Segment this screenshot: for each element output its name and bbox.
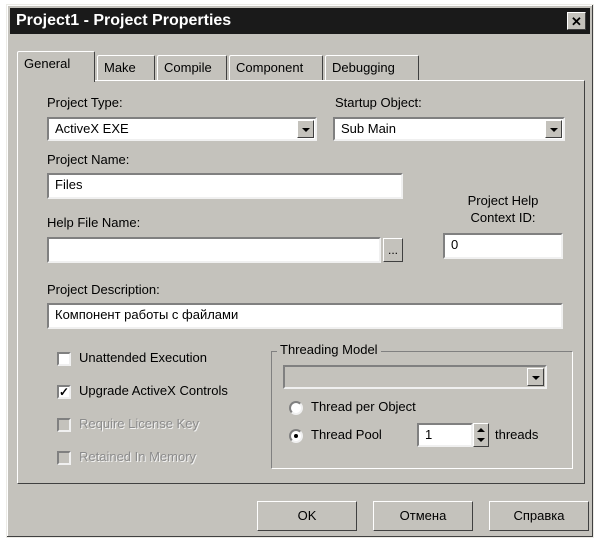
- help-file-field[interactable]: [47, 237, 381, 263]
- tab-component[interactable]: Component: [229, 55, 323, 81]
- unattended-execution-checkbox[interactable]: [57, 352, 71, 366]
- tab-compile[interactable]: Compile: [157, 55, 227, 81]
- tab-general[interactable]: General: [17, 51, 95, 82]
- help-context-label-line1: Project Help: [467, 193, 539, 208]
- cancel-button[interactable]: Отмена: [373, 501, 473, 531]
- tab-label: General: [24, 56, 71, 71]
- unattended-execution-label: Unattended Execution: [79, 350, 207, 365]
- threads-label: threads: [495, 427, 539, 442]
- window-title: Project1 - Project Properties: [16, 12, 232, 29]
- chevron-down-icon: [527, 368, 544, 386]
- retained-in-memory-label: Retained In Memory: [79, 449, 197, 464]
- description-label: Project Description:: [47, 282, 160, 297]
- project-properties-dialog: Project1 - Project Properties ✕ General …: [6, 4, 594, 538]
- ok-button[interactable]: OK: [257, 501, 357, 531]
- thread-per-object-label: Thread per Object: [311, 399, 416, 414]
- thread-pool-count-field[interactable]: 1: [417, 423, 473, 447]
- require-license-label: Require License Key: [79, 416, 199, 431]
- close-icon: ✕: [571, 14, 582, 29]
- project-description-field[interactable]: Компонент работы с файлами: [47, 303, 563, 329]
- tab-label: Make: [104, 60, 136, 75]
- spin-up-icon[interactable]: [474, 424, 488, 435]
- help-button[interactable]: Справка: [489, 501, 589, 531]
- browse-button[interactable]: ...: [383, 238, 403, 262]
- project-type-select[interactable]: ActiveX EXE: [47, 117, 317, 141]
- project-name-label: Project Name:: [47, 152, 130, 167]
- retained-in-memory-checkbox: [57, 451, 71, 465]
- thread-pool-label: Thread Pool: [311, 427, 382, 442]
- upgrade-activex-label: Upgrade ActiveX Controls: [79, 383, 228, 398]
- help-context-label-line2: Context ID:: [470, 210, 536, 225]
- tab-label: Compile: [164, 60, 212, 75]
- thread-pool-spinner[interactable]: [473, 423, 489, 447]
- thread-per-object-radio[interactable]: [289, 401, 303, 415]
- spin-down-icon[interactable]: [474, 435, 488, 446]
- startup-object-select[interactable]: Sub Main: [333, 117, 565, 141]
- tab-label: Debugging: [332, 60, 395, 75]
- tab-label: Component: [236, 60, 304, 75]
- project-type-value: ActiveX EXE: [55, 121, 129, 136]
- tab-debugging[interactable]: Debugging: [325, 55, 419, 81]
- threading-model-label: Threading Model: [277, 342, 381, 357]
- project-name-field[interactable]: Files: [47, 173, 403, 199]
- chevron-down-icon[interactable]: [297, 120, 314, 138]
- project-type-label: Project Type:: [47, 95, 123, 110]
- require-license-checkbox: [57, 418, 71, 432]
- startup-object-label: Startup Object:: [335, 95, 422, 110]
- tab-make[interactable]: Make: [97, 55, 155, 81]
- startup-object-value: Sub Main: [341, 121, 396, 136]
- close-button[interactable]: ✕: [567, 12, 586, 30]
- threading-model-select: [283, 365, 547, 389]
- check-mark-icon: ✓: [59, 385, 70, 399]
- thread-pool-radio[interactable]: [289, 429, 303, 443]
- help-file-label: Help File Name:: [47, 215, 141, 230]
- title-bar: Project1 - Project Properties ✕: [10, 8, 590, 34]
- help-context-id-field[interactable]: 0: [443, 233, 563, 259]
- upgrade-activex-checkbox[interactable]: ✓: [57, 385, 71, 399]
- chevron-down-icon[interactable]: [545, 120, 562, 138]
